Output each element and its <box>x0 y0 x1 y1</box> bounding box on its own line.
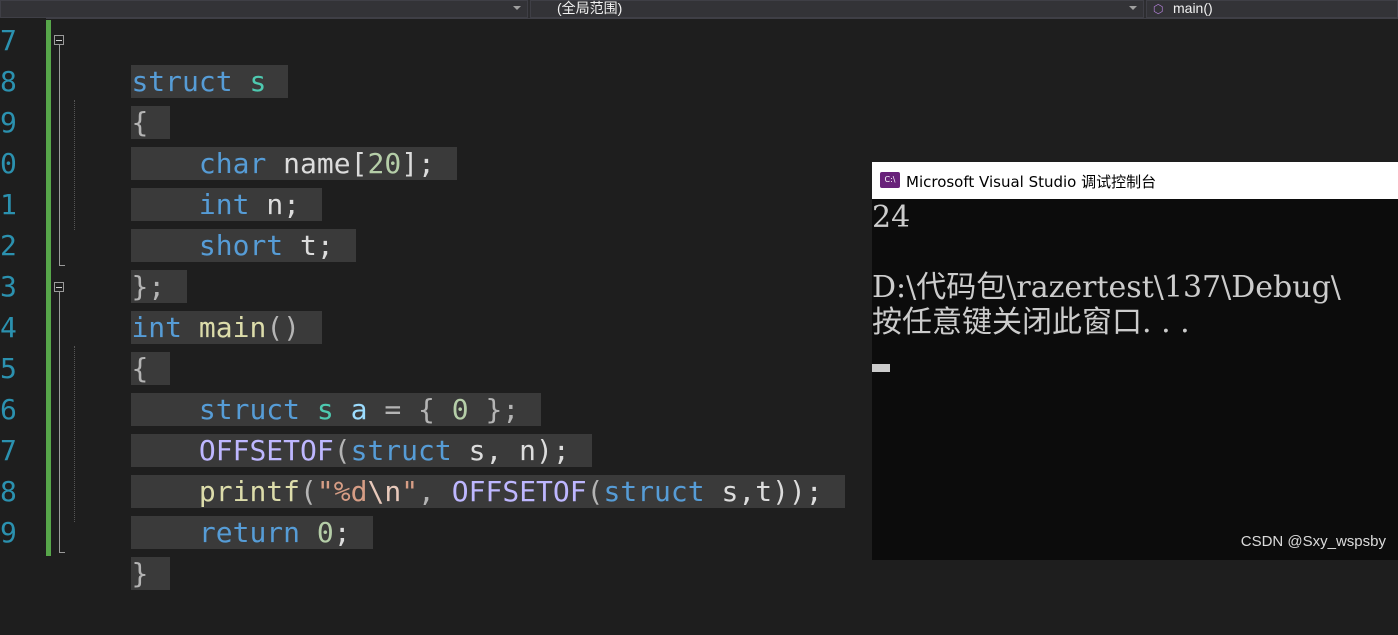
code-line: int main() <box>64 266 323 344</box>
console-output-line: 按任意键关闭此窗口. . . <box>872 305 1190 340</box>
line-number: 3 <box>0 270 17 303</box>
line-number-gutter: 7 8 9 0 1 2 3 4 5 6 7 8 9 <box>0 18 46 560</box>
code-line: int n; <box>64 143 323 221</box>
line-number: 5 <box>0 352 17 385</box>
punctuation: () <box>266 311 301 344</box>
collapse-icon[interactable] <box>54 35 64 45</box>
scope-combo[interactable]: (全局范围) <box>530 0 1144 18</box>
line-number: 6 <box>0 393 17 426</box>
line-number: 8 <box>0 475 17 508</box>
console-app-icon: C:\ <box>880 172 900 188</box>
code-line-highlight: } <box>131 557 171 590</box>
line-number: 9 <box>0 516 17 549</box>
collapse-icon[interactable] <box>54 282 64 292</box>
keyword-struct: struct <box>603 475 705 508</box>
function-name: main <box>198 311 267 344</box>
code-line: }; <box>64 225 188 303</box>
code-line: } <box>64 512 171 590</box>
code-line: short t; <box>64 184 356 262</box>
console-output-line: 24 <box>872 200 911 235</box>
outline-line <box>59 292 60 552</box>
string-quote: " <box>401 475 419 508</box>
brace: } <box>131 557 149 590</box>
member-combo-label: main() <box>1173 0 1213 16</box>
console-title-bar[interactable]: C:\ Microsoft Visual Studio 调试控制台 <box>872 162 1398 199</box>
identifier: t; <box>300 229 334 262</box>
punctuation: ]; <box>401 147 435 180</box>
number-literal: 20 <box>367 147 402 180</box>
line-number: 4 <box>0 311 17 344</box>
cube-icon: ⬡ <box>1153 2 1164 16</box>
console-output-line: D:\代码包\razertest\137\Debug\ <box>872 270 1341 305</box>
line-number: 8 <box>0 65 17 98</box>
code-line: { <box>64 61 171 139</box>
outline-line <box>59 45 60 265</box>
code-line: struct s <box>64 20 289 98</box>
keyword-short: short <box>198 229 284 262</box>
console-cursor <box>872 364 890 372</box>
member-combo[interactable]: ⬡ main() <box>1146 0 1398 18</box>
punctuation: ; <box>333 516 351 549</box>
keyword-return: return <box>198 516 301 549</box>
punctuation: , <box>418 475 435 508</box>
change-tracking-bar <box>46 20 51 556</box>
debug-console-window[interactable]: C:\ Microsoft Visual Studio 调试控制台 24 D:\… <box>872 162 1398 560</box>
console-title: Microsoft Visual Studio 调试控制台 <box>906 173 1157 191</box>
chevron-down-icon <box>1129 6 1137 10</box>
line-number: 9 <box>0 106 17 139</box>
code-line: struct s a = { 0 }; <box>64 348 542 426</box>
line-number: 1 <box>0 188 17 221</box>
code-line: OFFSETOF(struct s, n); <box>64 389 592 467</box>
macro-name: OFFSETOF <box>451 475 587 508</box>
line-number: 2 <box>0 229 17 262</box>
line-number: 0 <box>0 147 17 180</box>
code-line: return 0; <box>64 471 373 549</box>
punctuation: ( <box>586 475 604 508</box>
project-combo[interactable] <box>0 0 528 18</box>
identifier: s,t)); <box>721 475 823 508</box>
navigation-bar: (全局范围) ⬡ main() <box>0 0 1398 19</box>
scope-combo-label: (全局范围) <box>557 0 623 16</box>
code-line: char name[20]; <box>64 102 457 180</box>
chevron-down-icon <box>513 6 521 10</box>
line-number: 7 <box>0 434 17 467</box>
code-line: { <box>64 307 171 385</box>
struct-name: s <box>249 65 267 98</box>
code-line: printf("%d\n", OFFSETOF(struct s,t)); <box>64 430 845 508</box>
watermark: CSDN @Sxy_wspsby <box>1240 533 1386 550</box>
line-number: 7 <box>0 24 17 57</box>
number-literal: 0 <box>316 516 334 549</box>
